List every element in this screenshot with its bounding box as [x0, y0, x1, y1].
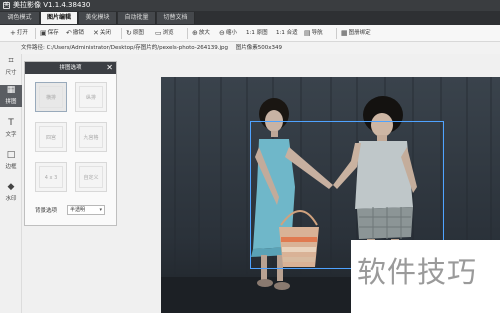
toolbar-divider [121, 28, 122, 39]
tab-switch-doc[interactable]: 切替文档 [157, 12, 195, 24]
watermark-icon: ◆ [7, 182, 15, 192]
file-path-bar: 文件路径: C:/Users/Administrator/Desktop/存图片… [21, 42, 500, 54]
browse-icon: ▭ [155, 29, 162, 37]
zoom-out-button[interactable]: ⊖ 缩小 [219, 28, 237, 39]
sidebar-item-size[interactable]: ⌗ 尺寸 [0, 56, 22, 78]
background-option-label: 背景选项 [35, 208, 58, 214]
close-image-button[interactable]: ✕ 关闭 [93, 28, 111, 39]
grid-icon [79, 126, 103, 148]
image-size-label: 图片像素500x349 [235, 45, 282, 51]
zoom-in-icon: ⊕ [192, 29, 198, 37]
grid-icon [79, 166, 103, 188]
browse-button[interactable]: ▭ 浏览 [155, 28, 174, 39]
left-tool-sidebar: ⌗ 尺寸 ▦ 拼图 T 文字 □ 边框 ◆ 水印 [0, 54, 22, 313]
grid-icon [39, 86, 63, 108]
original-button[interactable]: ↻ 原图 [126, 28, 144, 39]
actual-size-button[interactable]: 1:1 原图 [246, 28, 268, 39]
refresh-icon: ↻ [126, 29, 132, 37]
collage-options-panel: 拼图选项 ✕ 横排 纵排 四宫 九宫格 4 x 3 自定义 背景选项 半透明 ▾ [24, 61, 117, 226]
toolbar: + 打开 ▣ 保存 ↶ 撤销 ✕ 关闭 ↻ 原图 ▭ 浏览 ⊕ 放大 ⊖ 缩小 1:1 原图 1… [0, 25, 500, 42]
tab-image-edit[interactable]: 图片编辑 [41, 12, 78, 24]
chevron-down-icon: ▾ [99, 207, 102, 213]
file-path-value: C:/Users/Administrator/Desktop/存图片的/pexe… [46, 45, 228, 51]
mode-tabs: 调色模式 图片编辑 美化模块 自动批量 切替文档 [0, 11, 500, 25]
save-icon: ▣ [40, 29, 47, 37]
crop-icon: ⌗ [8, 56, 14, 66]
file-path-label: 文件路径: [21, 45, 45, 51]
toolbar-divider [187, 28, 188, 39]
tab-auto-batch[interactable]: 自动批量 [118, 12, 156, 24]
fit-size-button[interactable]: 1:1 合适 [276, 28, 298, 39]
open-button[interactable]: + 打开 [10, 28, 28, 39]
template-nine-grid[interactable]: 九宫格 [75, 122, 107, 152]
grid-icon [39, 166, 63, 188]
grid-icon [79, 86, 103, 108]
grid-icon: ▦ [6, 85, 16, 95]
undo-button[interactable]: ↶ 撤销 [66, 28, 84, 39]
save-button[interactable]: ▣ 保存 [40, 28, 59, 39]
site-watermark: 软件技巧 [351, 240, 500, 313]
background-option-select[interactable]: 半透明 ▾ [67, 205, 105, 215]
text-icon: T [8, 118, 14, 128]
plus-icon: + [10, 29, 16, 37]
close-icon[interactable]: ✕ [106, 62, 113, 74]
template-vertical[interactable]: 纵排 [75, 82, 107, 112]
tab-beautify[interactable]: 美化模块 [79, 12, 117, 24]
tab-color-mode[interactable]: 调色模式 [0, 12, 40, 24]
album-bind-button[interactable]: ▦ 图册绑定 [341, 28, 371, 39]
navigator-button[interactable]: ▤ 导航 [304, 28, 323, 39]
navigator-icon: ▤ [304, 29, 311, 37]
sidebar-item-watermark[interactable]: ◆ 水印 [0, 182, 22, 204]
template-horizontal[interactable]: 横排 [35, 82, 67, 112]
toolbar-divider [336, 28, 337, 39]
zoom-out-icon: ⊖ [219, 29, 225, 37]
app-title: 美拉影像 V1.1.4.38430 [13, 1, 91, 9]
toolbar-divider [35, 28, 36, 39]
panel-header: 拼图选项 ✕ [25, 62, 116, 74]
template-4x3[interactable]: 4 x 3 [35, 162, 67, 192]
app-logo-icon: 美 [3, 2, 10, 9]
sidebar-item-collage[interactable]: ▦ 拼图 [0, 85, 22, 107]
sidebar-item-text[interactable]: T 文字 [0, 118, 22, 140]
zoom-in-button[interactable]: ⊕ 放大 [192, 28, 210, 39]
watermark-text: 软件技巧 [357, 255, 478, 289]
grid-icon [39, 126, 63, 148]
panel-title: 拼图选项 [59, 65, 82, 71]
close-icon: ✕ [93, 29, 99, 37]
template-four-grid[interactable]: 四宫 [35, 122, 67, 152]
template-custom[interactable]: 自定义 [75, 162, 107, 192]
app-window: 美 美拉影像 V1.1.4.38430 调色模式 图片编辑 美化模块 自动批量 … [0, 0, 500, 313]
border-icon: □ [6, 150, 16, 160]
title-bar: 美 美拉影像 V1.1.4.38430 [0, 0, 500, 11]
sidebar-item-border[interactable]: □ 边框 [0, 150, 22, 172]
undo-icon: ↶ [66, 29, 72, 37]
album-icon: ▦ [341, 29, 348, 37]
